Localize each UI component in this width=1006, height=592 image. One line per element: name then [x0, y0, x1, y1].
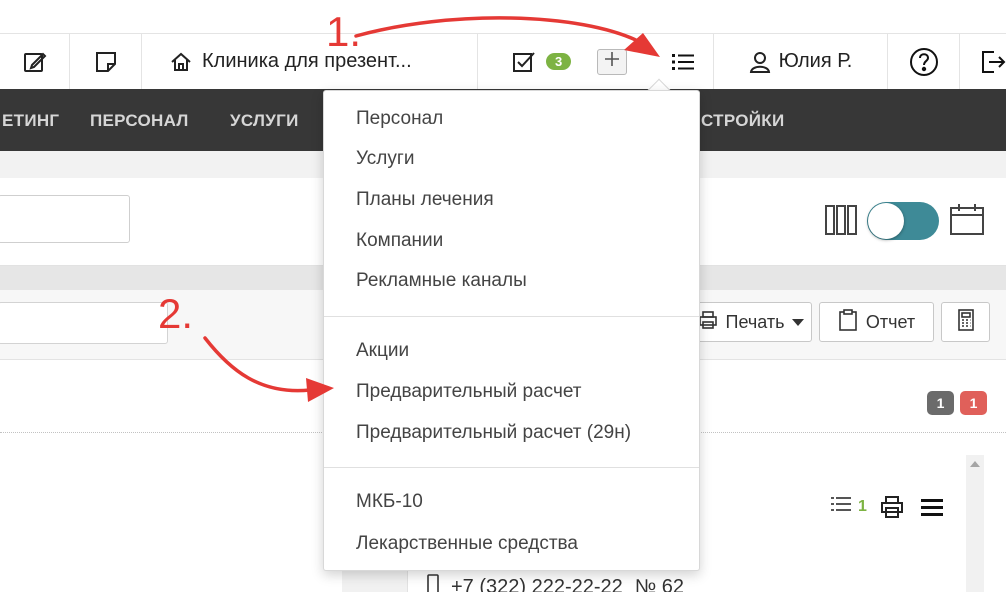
menu-separator [324, 467, 699, 468]
caret-down-icon [792, 318, 805, 326]
report-button[interactable]: Отчет [819, 302, 934, 342]
user-name: Юлия Р. [778, 50, 853, 72]
pencil-icon [22, 49, 48, 75]
tasks-badge[interactable]: 3 [546, 53, 572, 70]
nav-item-personnel[interactable]: ПЕРСОНАЛ [90, 111, 189, 131]
filter-search-input[interactable] [0, 195, 130, 243]
clinic-selector[interactable]: Клиника для презент... [142, 34, 478, 89]
nav-item-settings[interactable]: СТРОЙКИ [701, 111, 785, 131]
calculator-icon [957, 308, 975, 336]
nav-item-services[interactable]: УСЛУГИ [230, 111, 299, 131]
calendar-view-icon[interactable] [950, 203, 984, 240]
scrollbar[interactable] [966, 455, 984, 592]
list-search-input[interactable] [0, 302, 168, 344]
home-icon [170, 51, 192, 73]
record-number: № 62 [634, 575, 685, 592]
top-bar-row: Клиника для презент... 3 Юлия Р. [0, 33, 1006, 89]
printer-icon [698, 310, 718, 335]
print-icon[interactable] [880, 495, 904, 524]
menu-item-preliminary-estimate-29n[interactable]: Предварительный расчет (29н) [356, 422, 631, 444]
columns-view-icon[interactable] [825, 205, 857, 240]
nav-item-marketing[interactable]: ЕТИНГ [2, 111, 59, 131]
user-menu[interactable]: Юлия Р. [714, 34, 888, 89]
directories-dropdown: Персонал Услуги Планы лечения Компании Р… [323, 90, 700, 571]
edit-button[interactable] [0, 34, 70, 89]
add-button[interactable] [597, 48, 628, 75]
list-menu-icon [671, 52, 695, 72]
note-button[interactable] [70, 34, 142, 89]
plus-icon [603, 50, 621, 73]
print-label: Печать [725, 311, 785, 332]
clinic-name: Клиника для презент... [202, 50, 412, 72]
contact-phone-row: +7 (322) 222-22-22 № 62 [427, 574, 684, 592]
menu-item-preliminary-estimate[interactable]: Предварительный расчет [356, 381, 582, 403]
menu-separator [324, 316, 699, 317]
menu-item-medicines[interactable]: Лекарственные средства [356, 533, 578, 555]
hamburger-icon[interactable] [921, 497, 943, 522]
list-count-value: 1 [858, 497, 867, 515]
annotation-step-2: 2. [158, 290, 194, 337]
sticky-note-icon [94, 50, 118, 74]
menu-item-treatment-plans[interactable]: Планы лечения [356, 189, 494, 211]
tasks-area: 3 [478, 34, 652, 89]
help-button[interactable] [888, 34, 960, 89]
menu-item-ad-channels[interactable]: Рекламные каналы [356, 270, 527, 292]
toggle-knob [868, 203, 904, 239]
view-toggle[interactable] [867, 202, 939, 240]
menu-item-services[interactable]: Услуги [356, 148, 414, 170]
checkbox-icon[interactable] [512, 50, 536, 74]
list-count[interactable]: 1 [830, 495, 867, 518]
logout-icon [980, 49, 1006, 75]
user-icon [749, 51, 771, 73]
menu-item-personnel[interactable]: Персонал [356, 108, 443, 130]
list-icon [830, 495, 852, 518]
menu-item-promotions[interactable]: Акции [356, 340, 409, 362]
menu-item-icd10[interactable]: МКБ-10 [356, 491, 423, 513]
gray-count-badge: 1 [927, 391, 954, 415]
help-icon [909, 47, 939, 77]
menu-item-companies[interactable]: Компании [356, 230, 443, 252]
report-label: Отчет [865, 311, 916, 332]
print-button[interactable]: Печать [690, 302, 812, 342]
phone-icon [427, 574, 439, 592]
calculator-button[interactable] [941, 302, 990, 342]
phone-number[interactable]: +7 (322) 222-22-22 [451, 576, 623, 592]
scroll-up-arrow[interactable] [970, 461, 980, 467]
logout-button[interactable] [960, 34, 1006, 89]
red-count-badge: 1 [960, 391, 987, 415]
top-bar: Клиника для презент... 3 Юлия Р. [0, 0, 1006, 89]
clipboard-icon [838, 308, 858, 336]
annotation-step-1: 1. [326, 8, 362, 55]
